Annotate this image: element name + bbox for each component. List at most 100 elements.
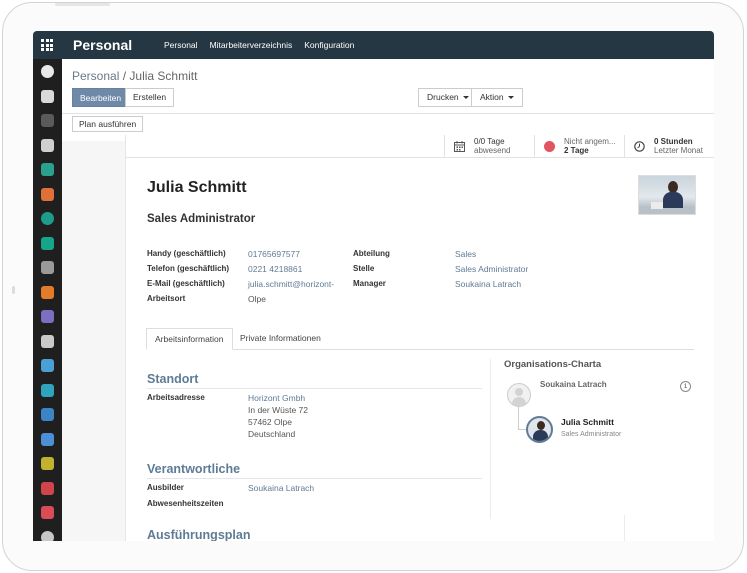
print-dropdown[interactable]: Drucken (418, 88, 478, 107)
dashboard-app-icon[interactable] (41, 114, 54, 127)
manager-link[interactable]: Soukaina Latrach (455, 279, 521, 289)
employee-name: Julia Schmitt (147, 179, 247, 196)
menu-item-mitarbeiterverzeichnis[interactable]: Mitarbeiterverzeichnis (210, 40, 293, 50)
run-plan-button[interactable]: Plan ausführen (72, 116, 144, 132)
purchase-app-icon[interactable] (41, 286, 54, 299)
caret-down-icon (507, 96, 514, 100)
sales-app-icon[interactable] (41, 188, 54, 201)
employee-photo[interactable] (638, 175, 696, 215)
manager-avatar[interactable] (507, 383, 531, 407)
phone-value[interactable]: 0221 4218861 (248, 264, 302, 274)
work-address-label: Arbeitsadresse (147, 393, 205, 402)
work-address-city: 57462 Olpe (248, 417, 292, 427)
section-title-location: Standort (147, 372, 199, 386)
accounting-app-icon[interactable] (41, 163, 54, 176)
employee-job-title: Sales Administrator (147, 213, 256, 225)
org-chart-connector (518, 407, 519, 429)
breadcrumb: Personal / Julia Schmitt (72, 69, 197, 83)
section-title-execution-plan: Ausführungsplan (147, 528, 251, 541)
section-divider (147, 388, 482, 389)
work-address-company[interactable]: Horizont Gmbh (248, 393, 305, 403)
email-value[interactable]: julia.schmitt@horizont- (248, 279, 334, 289)
create-button[interactable]: Erstellen (125, 88, 175, 107)
org-chart-employee-name: Julia Schmitt (561, 417, 614, 427)
apps-grid-icon[interactable] (41, 39, 53, 51)
control-panel-divider (62, 113, 714, 114)
menu-item-konfiguration[interactable]: Konfiguration (304, 40, 354, 50)
timesheet-app-icon[interactable] (41, 433, 54, 446)
status-dot-icon (544, 141, 555, 152)
action-dropdown[interactable]: Aktion (471, 88, 523, 107)
project-app-icon[interactable] (41, 237, 54, 250)
app-screen: Personal Personal Mitarbeiterverzeichnis… (33, 31, 714, 541)
edit-button[interactable]: Bearbeiten (72, 88, 130, 107)
manufacturing-app-icon[interactable] (41, 310, 54, 323)
fleet-app-icon[interactable] (41, 506, 54, 519)
helpdesk-app-icon[interactable] (41, 482, 54, 495)
coach-label: Ausbilder (147, 483, 184, 492)
org-chart-manager-name[interactable]: Soukaina Latrach (540, 380, 607, 389)
presence-smart-button[interactable]: Nicht angem... 2 Tage (534, 135, 624, 158)
column-divider (624, 515, 625, 541)
clock-icon (634, 141, 645, 152)
website-app-icon[interactable] (41, 359, 54, 372)
absence-count: 0/0 Tage (474, 137, 505, 146)
caret-down-icon (462, 96, 469, 100)
absence-label: abwesend (474, 146, 511, 155)
smart-button-bar: 0/0 Tage abwesend Nicht angem... 2 Tage … (126, 135, 714, 158)
work-location-label: Arbeitsort (147, 294, 186, 303)
work-address-country: Deutschland (248, 429, 296, 439)
absence-smart-button[interactable]: 0/0 Tage abwesend (444, 135, 534, 158)
tablet-side-button (12, 286, 15, 294)
settings-app-icon[interactable] (41, 531, 54, 541)
menu-item-personal[interactable]: Personal (164, 40, 198, 50)
work-location-value: Olpe (248, 294, 266, 304)
department-label: Abteilung (353, 249, 390, 258)
top-navbar: Personal Personal Mitarbeiterverzeichnis… (33, 31, 714, 59)
org-chart-employee-job: Sales Administrator (561, 431, 622, 438)
hours-count: 0 Stunden (654, 137, 693, 146)
phone-label: Telefon (geschäftlich) (147, 264, 230, 273)
app-title: Personal (73, 37, 133, 53)
org-chart-title: Organisations-Charta (504, 359, 602, 370)
breadcrumb-separator: / (122, 69, 127, 83)
mobile-value[interactable]: 01765697577 (248, 249, 300, 259)
breadcrumb-parent[interactable]: Personal (72, 69, 119, 83)
pricelist-app-icon[interactable] (41, 384, 54, 397)
inventory-app-icon[interactable] (41, 90, 54, 103)
job-position-link[interactable]: Sales Administrator (455, 264, 528, 274)
main-menu: Personal Mitarbeiterverzeichnis Konfigur… (164, 40, 354, 50)
section-title-responsibles: Verantwortliche (147, 462, 241, 476)
department-link[interactable]: Sales (455, 249, 476, 259)
documents-app-icon[interactable] (41, 139, 54, 152)
employees-app-icon[interactable] (41, 408, 54, 421)
print-dropdown-label: Drucken (427, 92, 459, 102)
tab-work-information[interactable]: Arbeitsinformation (146, 328, 233, 350)
breadcrumb-current: Julia Schmitt (129, 69, 198, 83)
crm-app-icon[interactable] (41, 212, 54, 225)
control-panel: Personal / Julia Schmitt Bearbeiten Erst… (62, 59, 714, 141)
presence-status: Nicht angem... (564, 137, 616, 146)
section-divider (147, 478, 482, 479)
email-label: E-Mail (geschäftlich) (147, 279, 225, 288)
discuss-app-icon[interactable] (41, 65, 54, 78)
job-position-label: Stelle (353, 264, 375, 273)
tab-private-information[interactable]: Private Informationen (232, 328, 329, 350)
action-dropdown-label: Aktion (480, 92, 504, 102)
manager-label: Manager (353, 279, 386, 288)
coach-link[interactable]: Soukaina Latrach (248, 483, 314, 493)
link-app-icon[interactable] (41, 261, 54, 274)
hours-period: Letzter Monat (654, 146, 703, 155)
email-marketing-app-icon[interactable] (41, 335, 54, 348)
tablet-power-button (55, 3, 110, 6)
app-switcher-rail (33, 59, 62, 541)
presence-days: 2 Tage (564, 146, 589, 155)
org-chart-subordinate-count[interactable]: 1 (680, 381, 691, 392)
work-address-street: In der Wüste 72 (248, 405, 309, 415)
timesheet-smart-button[interactable]: 0 Stunden Letzter Monat (624, 135, 714, 158)
org-chart-connector (518, 429, 526, 430)
employee-avatar[interactable] (526, 416, 553, 443)
absence-approver-label: Abwesenheitszeiten (147, 499, 224, 508)
recruitment-app-icon[interactable] (41, 457, 54, 470)
column-divider (490, 359, 491, 519)
